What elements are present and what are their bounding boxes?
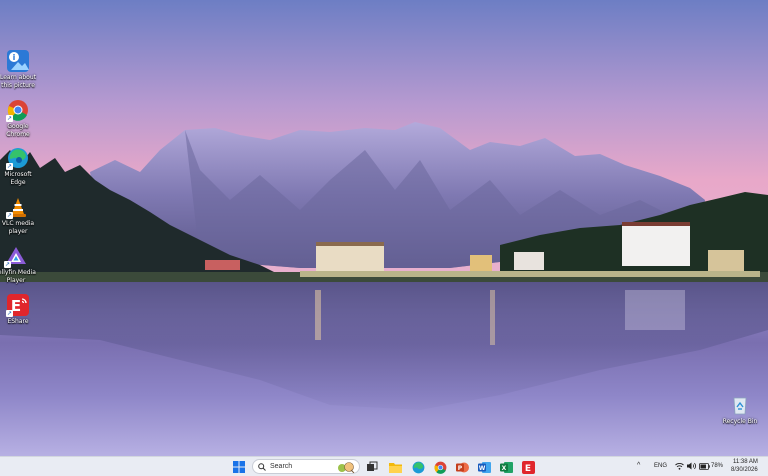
edge-icon: ↗ <box>6 147 29 170</box>
desktop-icon-label: Recycle Bin <box>722 418 758 425</box>
shortcut-arrow-icon: ↗ <box>6 115 13 122</box>
vlc-cone-icon: ↗ <box>6 196 29 219</box>
desktop-icon-jellyfin[interactable]: ↗ Jellyfin Media Player <box>0 245 36 285</box>
edge-icon <box>412 461 424 473</box>
desktop-icon-microsoft-edge[interactable]: ↗ Microsoft Edge <box>0 147 38 187</box>
search-highlight-icon <box>338 462 355 473</box>
eshare-icon: E <box>521 460 535 474</box>
shortcut-arrow-icon: ↗ <box>4 261 11 268</box>
shortcut-arrow-icon: ↗ <box>6 310 13 317</box>
desktop-wallpaper <box>0 0 768 456</box>
desktop-icon-label: Learn about this picture <box>0 74 36 89</box>
wifi-icon[interactable] <box>675 462 684 470</box>
word-icon: W <box>477 461 491 473</box>
white-hotel <box>622 224 690 266</box>
language-indicator[interactable]: ENG <box>654 463 667 469</box>
desktop-icon-label: EShare <box>7 318 29 325</box>
desktop-icon-label: Microsoft Edge <box>4 171 32 186</box>
search-placeholder: Search <box>270 463 293 470</box>
file-explorer-button[interactable] <box>388 460 402 474</box>
desktop-icon-learn-about-picture[interactable]: i Learn about this picture <box>0 50 38 90</box>
start-button[interactable] <box>232 460 246 474</box>
chrome-taskbar-button[interactable] <box>433 460 447 474</box>
desktop-icon-label: VLC media player <box>1 220 35 235</box>
desktop-icon-vlc[interactable]: ↗ VLC media player <box>0 196 38 236</box>
shortcut-arrow-icon: ↗ <box>6 163 13 170</box>
grand-hotel <box>316 242 384 272</box>
info-landscape-icon: i <box>7 50 29 72</box>
powerpoint-button[interactable]: P <box>455 460 469 474</box>
excel-icon: X <box>499 461 513 473</box>
excel-button[interactable]: X <box>499 460 513 474</box>
edge-taskbar-button[interactable] <box>411 460 425 474</box>
search-icon <box>258 462 266 471</box>
desktop-icon-label: Google Chrome <box>6 123 30 138</box>
powerpoint-icon: P <box>455 462 469 472</box>
start-icon <box>233 461 245 473</box>
recycle-bin-icon <box>729 394 751 416</box>
svg-text:W: W <box>478 465 485 472</box>
svg-text:E: E <box>524 464 530 474</box>
desktop-icon-eshare[interactable]: E ↗ EShare <box>0 294 38 326</box>
svg-text:X: X <box>501 465 506 472</box>
eshare-taskbar-button[interactable]: E <box>521 460 535 474</box>
desktop-icon-label: Jellyfin Media Player <box>0 269 36 284</box>
task-view-button[interactable] <box>365 460 379 474</box>
svg-text:P: P <box>457 465 462 472</box>
word-button[interactable]: W <box>477 460 491 474</box>
eshare-icon: E ↗ <box>6 294 29 317</box>
jellyfin-icon: ↗ <box>4 245 27 268</box>
battery-icon[interactable] <box>699 463 710 470</box>
desktop-icon-recycle-bin[interactable]: Recycle Bin <box>720 394 760 426</box>
taskbar-search-box[interactable]: Search <box>252 459 360 474</box>
svg-text:i: i <box>13 53 16 62</box>
desktop-icon-google-chrome[interactable]: ↗ Google Chrome <box>0 99 38 139</box>
chrome-icon: ↗ <box>6 99 29 122</box>
file-explorer-icon <box>388 462 402 473</box>
shortcut-arrow-icon: ↗ <box>6 212 13 219</box>
task-view-icon <box>367 461 378 471</box>
battery-percent: 78% <box>711 463 724 469</box>
volume-icon[interactable] <box>687 462 696 470</box>
clock-date[interactable]: 8/30/2026 <box>731 467 758 473</box>
chrome-icon <box>433 461 446 474</box>
clock-time[interactable]: 11:38 AM <box>733 459 758 465</box>
taskbar: Search P W X E ^ ENG 78% 11:38 AM 8/30/2… <box>0 456 768 476</box>
show-hidden-icons-chevron[interactable]: ^ <box>637 462 640 469</box>
